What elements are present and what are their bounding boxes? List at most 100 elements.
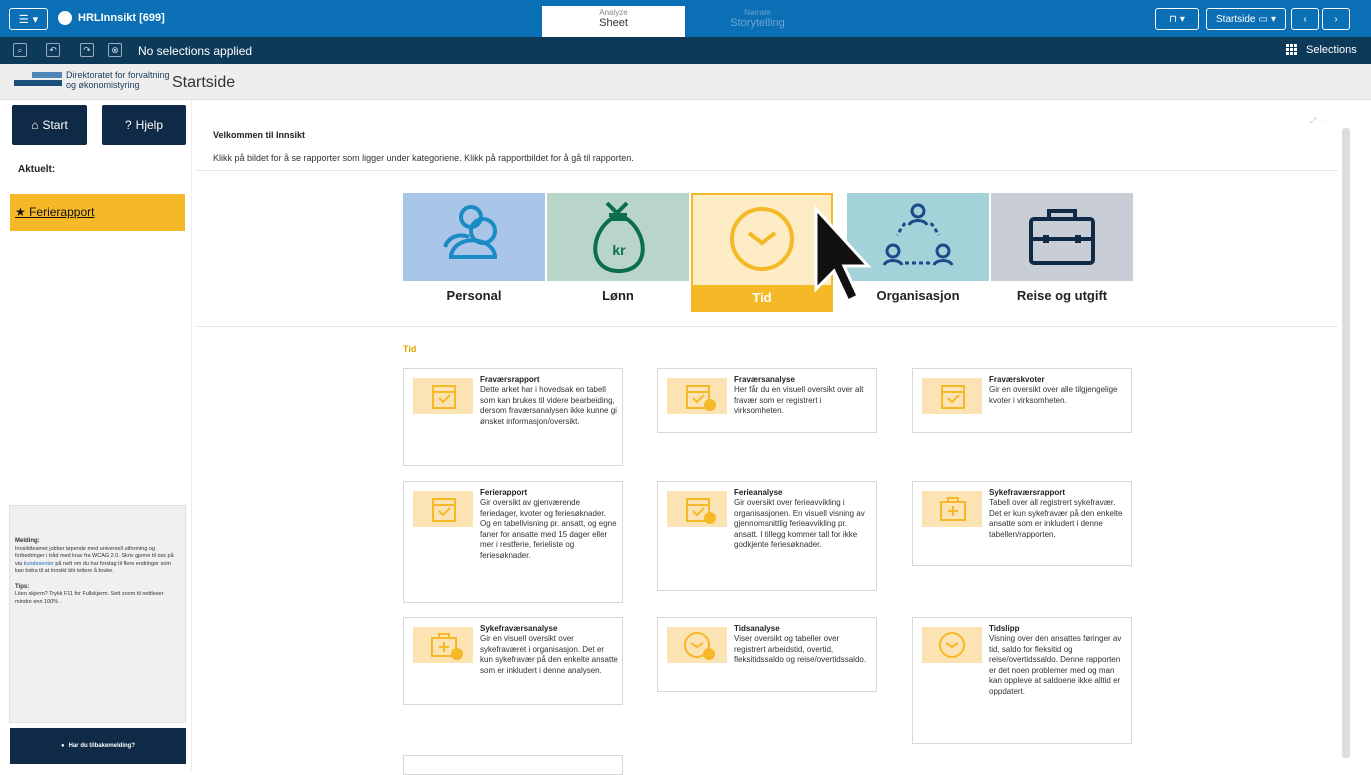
selection-status: No selections applied bbox=[138, 44, 253, 58]
report-card[interactable]: Sykefraværsanalyse Gir en visuell oversi… bbox=[403, 617, 623, 705]
feedback-label: Har du tilbakemelding? bbox=[68, 743, 135, 749]
category-personal[interactable]: Personal bbox=[403, 193, 545, 310]
bookmark-icon: ⊓ bbox=[1169, 13, 1177, 25]
chevron-down-icon: ▾ bbox=[1179, 13, 1185, 25]
calendar-chart-icon bbox=[667, 491, 727, 527]
calendar-check-icon bbox=[922, 378, 982, 414]
report-card[interactable]: Sykefraværsrapport Tabell over all regis… bbox=[912, 481, 1132, 566]
selection-bar: ⌕ ↶ ↷ ⊗ No selections applied Selections bbox=[0, 37, 1371, 64]
start-label: Start bbox=[42, 118, 68, 132]
report-card[interactable]: Ferierapport Gir oversikt av gjenværende… bbox=[403, 481, 623, 603]
step-back-icon[interactable]: ↶ bbox=[46, 43, 60, 57]
report-card[interactable]: Tidsanalyse Viser oversikt og tabeller o… bbox=[657, 617, 877, 692]
previous-sheet-button[interactable]: ‹ bbox=[1291, 8, 1319, 30]
report-desc: Gir en visuell oversikt over sykefravære… bbox=[480, 634, 618, 675]
welcome-title: Velkommen til Innsikt bbox=[213, 130, 306, 140]
app-title[interactable]: HRLInnsikt [699] bbox=[78, 12, 165, 24]
report-title: Fraværsrapport bbox=[480, 375, 540, 384]
report-title: Ferieanalyse bbox=[734, 488, 783, 497]
mouse-cursor-icon bbox=[812, 205, 872, 310]
category-lonn[interactable]: kr Lønn bbox=[547, 193, 689, 310]
report-desc: Dette arket har i hovedsak en tabell som… bbox=[480, 385, 617, 426]
report-card[interactable]: Fraværskvoter Gir en oversikt over alle … bbox=[912, 368, 1132, 433]
report-desc: Tabell over all registrert sykefravær. D… bbox=[989, 498, 1123, 539]
selections-button[interactable]: Selections bbox=[1306, 44, 1357, 56]
report-title: Tidsanalyse bbox=[734, 624, 780, 633]
report-desc: Gir oversikt av gjenværende feriedager, … bbox=[480, 498, 617, 560]
divider bbox=[196, 170, 1338, 171]
briefcase-icon bbox=[991, 193, 1133, 281]
home-icon: ⌂ bbox=[31, 118, 39, 132]
logo-mark bbox=[32, 72, 62, 78]
selections-grid-icon bbox=[1286, 44, 1297, 55]
sheet-select-label: Startside bbox=[1216, 13, 1256, 25]
report-card-partial[interactable] bbox=[403, 755, 623, 775]
help-button[interactable]: ? Hjelp bbox=[102, 105, 186, 145]
start-button[interactable]: ⌂ Start bbox=[12, 105, 87, 145]
feedback-button[interactable]: ● Har du tilbakemelding? bbox=[10, 728, 186, 764]
svg-text:kr: kr bbox=[612, 242, 626, 258]
report-desc: Visning over den ansattes føringer av ti… bbox=[989, 634, 1122, 696]
scrollbar[interactable] bbox=[1342, 128, 1350, 758]
aktuelt-label: Aktuelt: bbox=[18, 164, 56, 175]
message-title: Melding: bbox=[15, 538, 40, 544]
clock-chart-icon bbox=[667, 627, 727, 663]
sheet-select[interactable]: Startside ▭ ▾ bbox=[1206, 8, 1286, 30]
report-card[interactable]: Ferieanalyse Gir oversikt over ferieavvi… bbox=[657, 481, 877, 591]
top-toolbar: ☰ ▾ HRLInnsikt [699] Analyze Sheet Narrat… bbox=[0, 0, 1371, 37]
chevron-left-icon: ‹ bbox=[1303, 13, 1307, 25]
clear-selections-icon[interactable]: ⊗ bbox=[108, 43, 122, 57]
instructions-text: Klikk på bildet for å se rapporter som l… bbox=[213, 153, 634, 163]
app-icon bbox=[58, 11, 72, 25]
calendar-check-icon bbox=[413, 378, 473, 414]
featured-report-link[interactable]: ★ Ferierapport bbox=[15, 205, 94, 219]
money-bag-icon: kr bbox=[547, 193, 689, 281]
page-title: Startside bbox=[172, 74, 236, 91]
category-reise[interactable]: Reise og utgift bbox=[991, 193, 1133, 310]
kundesenter-link[interactable]: kundesenter bbox=[24, 561, 54, 567]
smart-search-icon[interactable]: ⌕ bbox=[13, 43, 27, 57]
people-icon bbox=[403, 193, 545, 281]
report-title: Ferierapport bbox=[480, 488, 528, 497]
report-title: Sykefraværsanalyse bbox=[480, 624, 558, 633]
next-sheet-button[interactable]: › bbox=[1322, 8, 1350, 30]
report-title: Fraværskvoter bbox=[989, 375, 1045, 384]
featured-report-box: ★ Ferierapport bbox=[10, 194, 185, 231]
report-card[interactable]: Fraværsrapport Dette arket har i hovedsa… bbox=[403, 368, 623, 466]
step-forward-icon[interactable]: ↷ bbox=[80, 43, 94, 57]
tab-narrate-storytelling[interactable]: Narrate Storytelling bbox=[686, 6, 829, 37]
clock-icon bbox=[693, 195, 831, 283]
message-box: Melding: Innsiktteamet jobber løpende med… bbox=[9, 505, 186, 723]
report-card[interactable]: Tidslipp Visning over den ansattes førin… bbox=[912, 617, 1132, 744]
report-desc: Gir en oversikt over alle tilgjengelige … bbox=[989, 385, 1118, 405]
report-desc: Viser oversikt og tabeller over registre… bbox=[734, 634, 867, 664]
logo-mark-lower bbox=[14, 80, 62, 86]
chevron-down-icon: ▾ bbox=[1270, 13, 1276, 25]
report-card[interactable]: Fraværsanalyse Her får du en visuell ove… bbox=[657, 368, 877, 433]
category-label: Lønn bbox=[602, 288, 634, 303]
tab-analyze-sheet[interactable]: Analyze Sheet bbox=[542, 6, 685, 37]
calendar-check-icon bbox=[413, 491, 473, 527]
featured-report-label: Ferierapport bbox=[29, 205, 95, 219]
report-title: Tidslipp bbox=[989, 624, 1020, 633]
report-desc: Gir oversikt over ferieavvikling i organ… bbox=[734, 498, 865, 549]
section-title: Tid bbox=[403, 344, 417, 354]
expand-icon[interactable]: ⤢ ⋯ bbox=[1310, 116, 1327, 126]
category-label: Reise og utgift bbox=[1016, 288, 1108, 303]
category-label: Personal bbox=[446, 288, 502, 303]
menu-button[interactable]: ☰ ▾ bbox=[9, 8, 48, 30]
report-title: Fraværsanalyse bbox=[734, 375, 795, 384]
logo-line1: Direktoratet for forvaltning bbox=[66, 70, 170, 80]
hamburger-icon: ☰ bbox=[18, 13, 29, 26]
bookmark-button[interactable]: ⊓ ▾ bbox=[1155, 8, 1199, 30]
sheet-icon: ▭ bbox=[1258, 13, 1268, 25]
tab-analyze-small: Analyze bbox=[599, 8, 628, 17]
logo-text: Direktoratet for forvaltning og økonomist… bbox=[66, 70, 170, 90]
chevron-down-icon: ▾ bbox=[32, 13, 39, 26]
tab-narrate-big: Storytelling bbox=[730, 17, 785, 29]
medical-kit-icon bbox=[922, 491, 982, 527]
tab-narrate-small: Narrate bbox=[744, 8, 771, 17]
tips-title: Tips: bbox=[15, 583, 30, 590]
medical-chart-icon bbox=[413, 627, 473, 663]
logo-line2: og økonomistyring bbox=[66, 80, 140, 90]
